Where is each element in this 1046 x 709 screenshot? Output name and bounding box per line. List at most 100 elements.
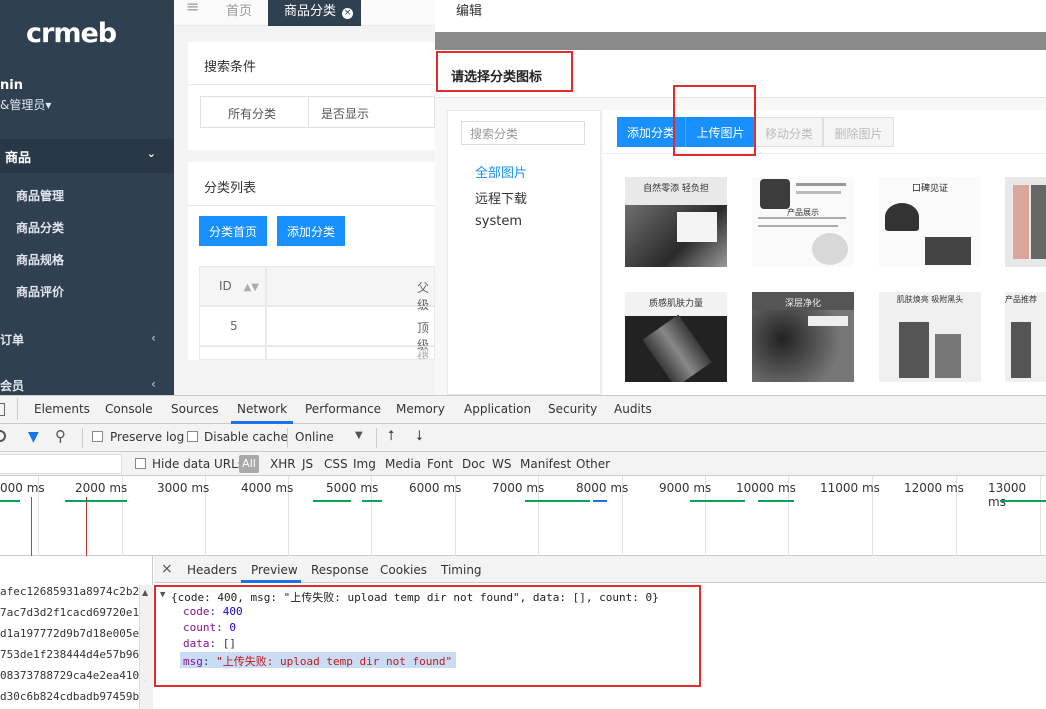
filter-media[interactable]: Media xyxy=(385,457,421,471)
thumbnail-caption: 自然零添 轻负担 xyxy=(643,184,709,194)
search-panel-title: 搜索条件 xyxy=(204,60,257,75)
chevron-left-icon: ‹ xyxy=(151,331,156,345)
import-har-icon[interactable]: ⭡ xyxy=(388,428,395,444)
image-thumbnail[interactable]: 质感肌肤力量 xyxy=(625,292,727,382)
thumbnail-caption: 肌肤焕亮 吸附黑头 xyxy=(896,295,964,304)
timeline-tick: 13000 ms xyxy=(988,481,1027,509)
category-system[interactable]: system xyxy=(475,214,522,229)
preserve-log-checkbox[interactable] xyxy=(92,431,103,442)
sidebar-item-label: 会员 xyxy=(0,379,25,393)
sidebar-item-members[interactable]: 会员 ‹ xyxy=(0,377,174,394)
filter-img[interactable]: Img xyxy=(353,457,376,471)
category-home-button[interactable]: 分类首页 xyxy=(199,216,267,246)
throttling-select[interactable]: Online xyxy=(295,430,334,444)
detail-tab-response[interactable]: Response xyxy=(311,563,369,577)
image-thumbnail[interactable]: 产品展示 xyxy=(752,177,854,267)
image-thumbnail[interactable]: 自然零添 轻负担 xyxy=(625,177,727,267)
search-icon[interactable]: ⚲ xyxy=(55,427,66,445)
request-row[interactable]: 7ac7d3d2f1cacd69720e12 xyxy=(0,606,150,619)
sidebar-subitem-goods-manage[interactable]: 商品管理 xyxy=(16,187,64,204)
export-har-icon[interactable]: ⭣ xyxy=(416,428,423,444)
column-label: ID xyxy=(219,279,232,293)
image-thumbnail[interactable]: 口碑见证 xyxy=(879,177,981,267)
hide-data-urls-checkbox[interactable] xyxy=(135,458,146,469)
detail-tab-cookies[interactable]: Cookies xyxy=(380,563,427,577)
devtools-tab-audits[interactable]: Audits xyxy=(614,402,652,416)
devtools-tab-memory[interactable]: Memory xyxy=(396,402,445,416)
sidebar-item-label: 商品 xyxy=(5,151,32,166)
sidebar-item-goods[interactable]: 商品 ⌄ xyxy=(0,139,174,173)
timeline-tick: 3000 ms xyxy=(157,481,210,495)
menu-toggle-icon[interactable]: ≡ xyxy=(186,0,199,16)
devtools-tab-console[interactable]: Console xyxy=(105,402,153,416)
request-bar xyxy=(758,500,794,502)
filter-other[interactable]: Other xyxy=(576,457,610,471)
sidebar-subitem-goods-spec[interactable]: 商品规格 xyxy=(16,251,64,268)
filter-font[interactable]: Font xyxy=(427,457,453,471)
close-icon[interactable]: × xyxy=(342,8,354,19)
close-icon[interactable]: × xyxy=(161,561,173,577)
sidebar-subitem-goods-review[interactable]: 商品评价 xyxy=(16,283,64,300)
chevron-down-icon: ▼ xyxy=(355,430,363,441)
image-thumbnail[interactable]: 产品推荐 xyxy=(1005,292,1046,382)
thumbnail-caption: 产品推荐 xyxy=(1005,295,1037,304)
request-row[interactable]: afec12685931a8974c2b21 xyxy=(0,585,150,598)
filter-xhr[interactable]: XHR xyxy=(270,457,296,471)
detail-tab-timing[interactable]: Timing xyxy=(441,563,482,577)
request-row[interactable]: d30c6b824cdbadb97459ba xyxy=(0,690,150,703)
filter-input[interactable] xyxy=(0,454,122,474)
divider xyxy=(376,428,377,448)
image-thumbnail[interactable] xyxy=(1005,177,1046,267)
add-category-button[interactable]: 添加分类 xyxy=(277,216,345,246)
filter-icon[interactable]: ▼ xyxy=(28,429,39,445)
category-all-images[interactable]: 全部图片 xyxy=(475,162,527,181)
move-category-button[interactable]: 移动分类 xyxy=(755,117,823,147)
devtools-tab-sources[interactable]: Sources xyxy=(171,402,218,416)
image-thumbnail[interactable]: 深层净化 xyxy=(752,292,854,382)
search-category-input[interactable]: 搜索分类 xyxy=(461,121,585,145)
devtools-tab-application[interactable]: Application xyxy=(464,402,531,416)
user-role-dropdown[interactable]: &管理员▾ xyxy=(0,96,51,113)
cell-parent: 顶级 xyxy=(266,346,435,360)
filter-all-button[interactable]: All xyxy=(239,455,259,473)
scroll-up-icon[interactable]: ▲ xyxy=(142,588,148,597)
filter-doc[interactable]: Doc xyxy=(462,457,485,471)
timeline-tick: 8000 ms xyxy=(576,481,629,495)
request-bar xyxy=(593,500,607,502)
filter-manifest[interactable]: Manifest xyxy=(520,457,571,471)
filter-is-shown[interactable]: 是否显示 xyxy=(321,105,369,122)
request-bar xyxy=(362,500,382,502)
filter-ws[interactable]: WS xyxy=(492,457,511,471)
inspect-icon[interactable] xyxy=(0,403,5,416)
column-header-id[interactable]: ID ▲▼ xyxy=(199,266,266,306)
filter-css[interactable]: CSS xyxy=(324,457,348,471)
devtools-tab-network[interactable]: Network xyxy=(237,402,287,416)
user-name[interactable]: nin xyxy=(0,78,23,93)
filter-all-categories[interactable]: 所有分类 xyxy=(228,105,276,122)
request-row[interactable]: 753de1f238444d4e57b96b xyxy=(0,648,150,661)
overlay-strip xyxy=(435,32,1046,50)
delete-image-button[interactable]: 删除图片 xyxy=(823,117,894,147)
devtools-tab-performance[interactable]: Performance xyxy=(305,402,381,416)
devtools-tab-security[interactable]: Security xyxy=(548,402,597,416)
disable-cache-checkbox[interactable] xyxy=(187,431,198,442)
detail-tab-headers[interactable]: Headers xyxy=(187,563,237,577)
tab-goods-category[interactable]: 商品分类 × xyxy=(268,0,361,26)
filter-js[interactable]: JS xyxy=(302,457,313,471)
sidebar-item-label: 订单 xyxy=(0,333,25,347)
sidebar-item-orders[interactable]: 订单 ‹ xyxy=(0,331,174,348)
scrollbar[interactable] xyxy=(139,585,153,709)
thumbnail-caption: 口碑见证 xyxy=(911,184,948,194)
detail-tab-preview[interactable]: Preview xyxy=(251,563,298,577)
request-row[interactable]: d1a197772d9b7d18e005e. xyxy=(0,627,150,640)
highlight-box xyxy=(154,585,701,687)
timeline-tick: 9000 ms xyxy=(659,481,712,495)
image-thumbnail[interactable]: 肌肤焕亮 吸附黑头 xyxy=(879,292,981,382)
devtools-tab-elements[interactable]: Elements xyxy=(34,402,90,416)
timeline-tick: 4000 ms xyxy=(241,481,294,495)
sort-icon[interactable]: ▲▼ xyxy=(244,282,259,293)
category-remote-download[interactable]: 远程下载 xyxy=(475,188,527,207)
request-row[interactable]: 08373788729ca4e2ea410 xyxy=(0,669,150,682)
sidebar-subitem-goods-category[interactable]: 商品分类 xyxy=(16,219,64,236)
tab-home[interactable]: 首页 xyxy=(214,0,264,26)
